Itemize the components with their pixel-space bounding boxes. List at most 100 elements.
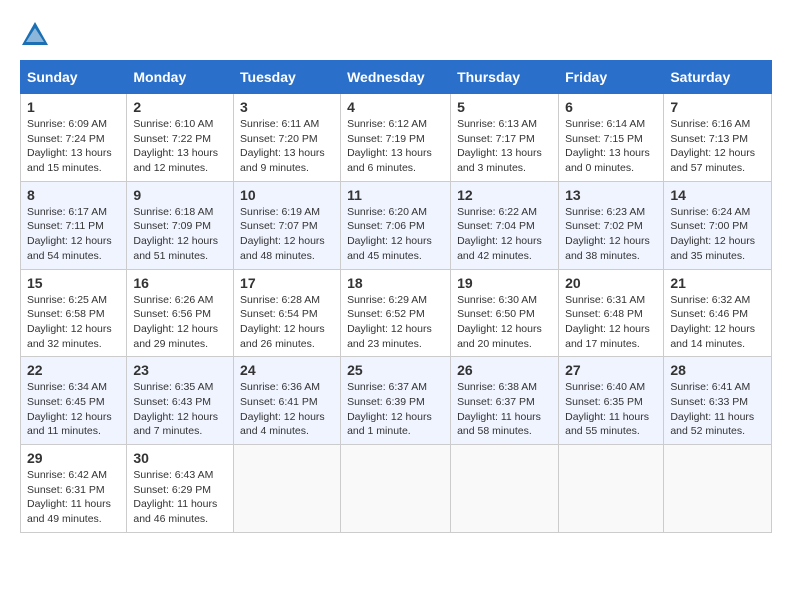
table-row: 26 Sunrise: 6:38 AM Sunset: 6:37 PM Dayli… (451, 357, 559, 445)
table-row: 28 Sunrise: 6:41 AM Sunset: 6:33 PM Dayli… (664, 357, 772, 445)
day-number: 8 (27, 187, 120, 203)
calendar-row: 8Sunrise: 6:17 AM Sunset: 7:11 PM Daylig… (21, 181, 772, 269)
table-row (559, 445, 664, 533)
table-row: 22Sunrise: 6:34 AM Sunset: 6:45 PM Dayli… (21, 357, 127, 445)
day-number: 23 (133, 362, 227, 378)
day-info: Sunrise: 6:09 AM Sunset: 7:24 PM Dayligh… (27, 117, 120, 176)
table-row: 4 Sunrise: 6:12 AM Sunset: 7:19 PM Daylig… (341, 94, 451, 182)
table-row: 5Sunrise: 6:13 AM Sunset: 7:17 PM Daylig… (451, 94, 559, 182)
day-info: Sunrise: 6:12 AM Sunset: 7:19 PM Dayligh… (347, 117, 444, 176)
day-info: Sunrise: 6:41 AM Sunset: 6:33 PM Dayligh… (670, 380, 765, 439)
day-number: 27 (565, 362, 657, 378)
col-wednesday: Wednesday (341, 61, 451, 94)
calendar-table: Sunday Monday Tuesday Wednesday Thursday… (20, 60, 772, 533)
table-row: 29 Sunrise: 6:42 AM Sunset: 6:31 PM Dayli… (21, 445, 127, 533)
table-row (341, 445, 451, 533)
day-number: 21 (670, 275, 765, 291)
day-number: 19 (457, 275, 552, 291)
day-info: Sunrise: 6:23 AM Sunset: 7:02 PM Dayligh… (565, 205, 657, 264)
day-info: Sunrise: 6:11 AM Sunset: 7:20 PM Dayligh… (240, 117, 334, 176)
day-number: 16 (133, 275, 227, 291)
day-number: 12 (457, 187, 552, 203)
day-number: 13 (565, 187, 657, 203)
table-row: 14 Sunrise: 6:24 AM Sunset: 7:00 PM Dayli… (664, 181, 772, 269)
day-number: 9 (133, 187, 227, 203)
table-row: 25 Sunrise: 6:37 AM Sunset: 6:39 PM Dayli… (341, 357, 451, 445)
day-info: Sunrise: 6:30 AM Sunset: 6:50 PM Dayligh… (457, 293, 552, 352)
table-row: 13 Sunrise: 6:23 AM Sunset: 7:02 PM Dayli… (559, 181, 664, 269)
table-row: 10 Sunrise: 6:19 AM Sunset: 7:07 PM Dayli… (234, 181, 341, 269)
day-info: Sunrise: 6:22 AM Sunset: 7:04 PM Dayligh… (457, 205, 552, 264)
table-row: 7Sunrise: 6:16 AM Sunset: 7:13 PM Daylig… (664, 94, 772, 182)
table-row (451, 445, 559, 533)
table-row: 9 Sunrise: 6:18 AM Sunset: 7:09 PM Daylig… (127, 181, 234, 269)
table-row: 3 Sunrise: 6:11 AM Sunset: 7:20 PM Daylig… (234, 94, 341, 182)
day-info: Sunrise: 6:35 AM Sunset: 6:43 PM Dayligh… (133, 380, 227, 439)
table-row: 12 Sunrise: 6:22 AM Sunset: 7:04 PM Dayli… (451, 181, 559, 269)
day-info: Sunrise: 6:14 AM Sunset: 7:15 PM Dayligh… (565, 117, 657, 176)
col-thursday: Thursday (451, 61, 559, 94)
day-number: 22 (27, 362, 120, 378)
table-row: 24Sunrise: 6:36 AM Sunset: 6:41 PM Dayli… (234, 357, 341, 445)
day-info: Sunrise: 6:32 AM Sunset: 6:46 PM Dayligh… (670, 293, 765, 352)
day-number: 29 (27, 450, 120, 466)
table-row: 11 Sunrise: 6:20 AM Sunset: 7:06 PM Dayli… (341, 181, 451, 269)
day-info: Sunrise: 6:24 AM Sunset: 7:00 PM Dayligh… (670, 205, 765, 264)
table-row: 21 Sunrise: 6:32 AM Sunset: 6:46 PM Dayli… (664, 269, 772, 357)
day-number: 26 (457, 362, 552, 378)
calendar-header-row: Sunday Monday Tuesday Wednesday Thursday… (21, 61, 772, 94)
day-number: 28 (670, 362, 765, 378)
header (20, 20, 772, 50)
col-saturday: Saturday (664, 61, 772, 94)
day-info: Sunrise: 6:36 AM Sunset: 6:41 PM Dayligh… (240, 380, 334, 439)
day-info: Sunrise: 6:26 AM Sunset: 6:56 PM Dayligh… (133, 293, 227, 352)
day-info: Sunrise: 6:20 AM Sunset: 7:06 PM Dayligh… (347, 205, 444, 264)
day-info: Sunrise: 6:38 AM Sunset: 6:37 PM Dayligh… (457, 380, 552, 439)
day-info: Sunrise: 6:42 AM Sunset: 6:31 PM Dayligh… (27, 468, 120, 527)
table-row: 8Sunrise: 6:17 AM Sunset: 7:11 PM Daylig… (21, 181, 127, 269)
col-sunday: Sunday (21, 61, 127, 94)
day-info: Sunrise: 6:40 AM Sunset: 6:35 PM Dayligh… (565, 380, 657, 439)
day-info: Sunrise: 6:37 AM Sunset: 6:39 PM Dayligh… (347, 380, 444, 439)
day-number: 18 (347, 275, 444, 291)
table-row: 23 Sunrise: 6:35 AM Sunset: 6:43 PM Dayli… (127, 357, 234, 445)
table-row: 16 Sunrise: 6:26 AM Sunset: 6:56 PM Dayli… (127, 269, 234, 357)
day-number: 15 (27, 275, 120, 291)
day-number: 25 (347, 362, 444, 378)
col-tuesday: Tuesday (234, 61, 341, 94)
day-number: 4 (347, 99, 444, 115)
table-row: 27 Sunrise: 6:40 AM Sunset: 6:35 PM Dayli… (559, 357, 664, 445)
table-row (234, 445, 341, 533)
table-row: 6 Sunrise: 6:14 AM Sunset: 7:15 PM Daylig… (559, 94, 664, 182)
table-row: 15Sunrise: 6:25 AM Sunset: 6:58 PM Dayli… (21, 269, 127, 357)
calendar-row: 22Sunrise: 6:34 AM Sunset: 6:45 PM Dayli… (21, 357, 772, 445)
day-number: 3 (240, 99, 334, 115)
day-info: Sunrise: 6:18 AM Sunset: 7:09 PM Dayligh… (133, 205, 227, 264)
calendar-row: 29 Sunrise: 6:42 AM Sunset: 6:31 PM Dayli… (21, 445, 772, 533)
day-number: 6 (565, 99, 657, 115)
table-row: 20Sunrise: 6:31 AM Sunset: 6:48 PM Dayli… (559, 269, 664, 357)
table-row (664, 445, 772, 533)
table-row: 2 Sunrise: 6:10 AM Sunset: 7:22 PM Daylig… (127, 94, 234, 182)
day-info: Sunrise: 6:43 AM Sunset: 6:29 PM Dayligh… (133, 468, 227, 527)
calendar-row: 1 Sunrise: 6:09 AM Sunset: 7:24 PM Daylig… (21, 94, 772, 182)
day-info: Sunrise: 6:19 AM Sunset: 7:07 PM Dayligh… (240, 205, 334, 264)
logo-icon (20, 20, 50, 50)
day-number: 17 (240, 275, 334, 291)
day-number: 10 (240, 187, 334, 203)
calendar-row: 15Sunrise: 6:25 AM Sunset: 6:58 PM Dayli… (21, 269, 772, 357)
day-number: 2 (133, 99, 227, 115)
day-number: 11 (347, 187, 444, 203)
col-monday: Monday (127, 61, 234, 94)
day-info: Sunrise: 6:13 AM Sunset: 7:17 PM Dayligh… (457, 117, 552, 176)
table-row: 1 Sunrise: 6:09 AM Sunset: 7:24 PM Daylig… (21, 94, 127, 182)
day-info: Sunrise: 6:10 AM Sunset: 7:22 PM Dayligh… (133, 117, 227, 176)
day-info: Sunrise: 6:28 AM Sunset: 6:54 PM Dayligh… (240, 293, 334, 352)
day-number: 14 (670, 187, 765, 203)
table-row: 18Sunrise: 6:29 AM Sunset: 6:52 PM Dayli… (341, 269, 451, 357)
day-number: 30 (133, 450, 227, 466)
day-info: Sunrise: 6:31 AM Sunset: 6:48 PM Dayligh… (565, 293, 657, 352)
logo (20, 20, 54, 50)
table-row: 19 Sunrise: 6:30 AM Sunset: 6:50 PM Dayli… (451, 269, 559, 357)
day-number: 1 (27, 99, 120, 115)
